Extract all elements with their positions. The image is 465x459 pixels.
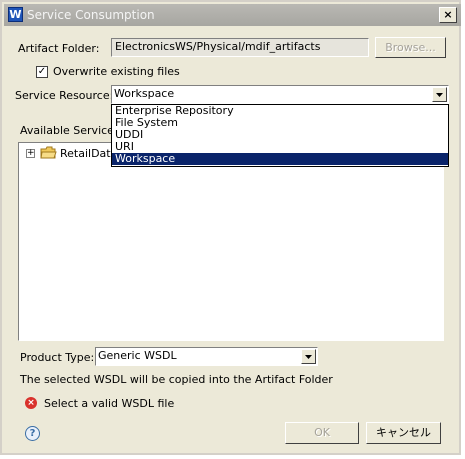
service-resource-dropdown-arrow[interactable] xyxy=(432,87,447,102)
close-button[interactable]: × xyxy=(439,7,457,23)
service-resource-value: Workspace xyxy=(114,87,175,100)
window-title: Service Consumption xyxy=(27,8,155,22)
chevron-down-icon xyxy=(305,355,312,359)
close-icon: × xyxy=(443,8,453,21)
option-uddi[interactable]: UDDI xyxy=(112,129,448,141)
artifact-folder-label: Artifact Folder: xyxy=(18,42,100,55)
folder-icon xyxy=(40,146,57,159)
ok-button-label: OK xyxy=(314,426,330,439)
product-type-label: Product Type: xyxy=(20,351,95,364)
available-services-tree[interactable]: + RetailData xyxy=(18,142,444,341)
option-workspace[interactable]: Workspace xyxy=(112,153,448,165)
available-services-label: Available Services xyxy=(20,124,120,137)
ok-button[interactable]: OK xyxy=(285,422,359,444)
browse-button-label: Browse... xyxy=(385,41,436,54)
cancel-button-label: キャンセル xyxy=(376,426,431,439)
option-file-system[interactable]: File System xyxy=(112,117,448,129)
product-type-value: Generic WSDL xyxy=(98,349,177,362)
tree-item-retaildata[interactable]: RetailData xyxy=(60,147,117,160)
error-message: Select a valid WSDL file xyxy=(44,397,175,410)
overwrite-label: Overwrite existing files xyxy=(53,65,180,78)
browse-button[interactable]: Browse... xyxy=(375,37,446,58)
chevron-down-icon xyxy=(436,93,443,97)
info-text: The selected WSDL will be copied into th… xyxy=(20,373,333,386)
service-resource-select[interactable]: Workspace xyxy=(111,85,449,104)
product-type-select[interactable]: Generic WSDL xyxy=(95,347,318,366)
title-bar[interactable]: W Service Consumption × xyxy=(4,4,461,26)
service-resource-label: Service Resource: xyxy=(15,89,114,102)
app-icon: W xyxy=(8,7,23,22)
product-type-dropdown-arrow[interactable] xyxy=(301,349,316,364)
overwrite-checkbox[interactable]: ✓ xyxy=(36,66,48,78)
artifact-folder-field[interactable]: ElectronicsWS/Physical/mdif_artifacts xyxy=(111,38,369,57)
help-icon[interactable]: ? xyxy=(25,426,40,441)
expand-icon[interactable]: + xyxy=(26,149,35,158)
service-resource-dropdown-list: Enterprise Repository File System UDDI U… xyxy=(111,104,449,167)
error-icon: × xyxy=(25,397,37,409)
cancel-button[interactable]: キャンセル xyxy=(366,422,441,444)
